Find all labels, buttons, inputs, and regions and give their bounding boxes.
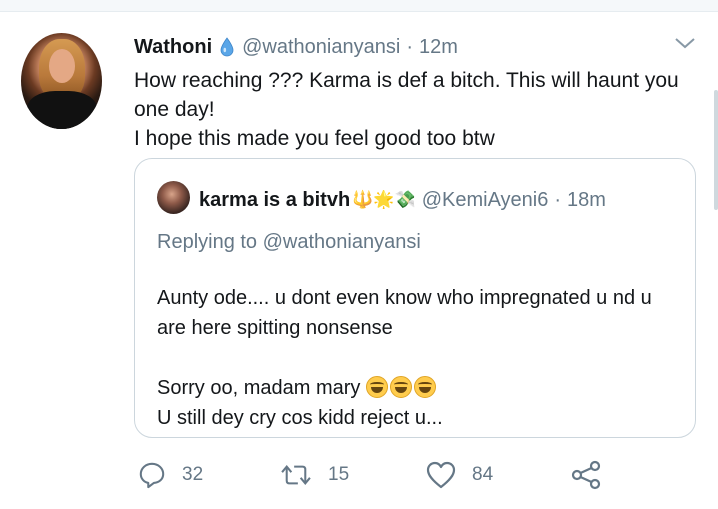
separator-dot: · (406, 35, 413, 58)
share-button[interactable] (570, 459, 618, 491)
author-handle[interactable]: @wathonianyansi (242, 36, 400, 59)
top-divider (0, 0, 718, 12)
tweet-text-line: How reaching ??? Karma is def a bitch. T… (134, 69, 679, 121)
like-count: 84 (472, 464, 494, 485)
author-name[interactable]: Wathoni (134, 36, 212, 59)
quoted-body-line: Sorry oo, madam mary (157, 373, 677, 403)
laughing-emoji-icon (413, 376, 436, 398)
retweet-count: 15 (328, 464, 350, 485)
author-avatar[interactable] (21, 33, 102, 129)
quoted-tweet-timestamp: 18m (567, 188, 606, 211)
reply-icon (139, 462, 165, 489)
chevron-down-icon[interactable] (672, 34, 698, 52)
tweet-header: Wathoni @wathonianyansi · 12m (134, 34, 458, 60)
separator-dot: · (554, 188, 562, 211)
quoted-body-line: U still dey cry cos kidd reject u... (157, 407, 443, 429)
droplet-icon (220, 37, 234, 57)
quoted-body-line: Aunty ode.... u dont even know who impre… (157, 287, 652, 339)
scrollbar[interactable] (714, 90, 718, 210)
quoted-author-handle: @KemiAyeni6 (421, 188, 549, 211)
tweet-text: How reaching ??? Karma is def a bitch. T… (134, 66, 704, 153)
replying-to: Replying to @wathonianyansi (157, 231, 421, 253)
tweet-timestamp[interactable]: 12m (419, 36, 458, 59)
quoted-tweet-card[interactable]: karma is a bitvh 🔱🌟💸 @KemiAyeni6 · 18m R… (134, 158, 696, 438)
reply-button[interactable]: 32 (138, 459, 203, 491)
quoted-author-avatar (157, 181, 190, 214)
like-button[interactable]: 84 (426, 459, 493, 491)
reply-count: 32 (182, 464, 204, 485)
retweet-icon (281, 465, 311, 485)
laughing-emoji-icon (389, 376, 412, 398)
tweet-actions: 32 15 84 (134, 459, 614, 491)
retweet-button[interactable]: 15 (280, 459, 349, 491)
quoted-tweet-body: Aunty ode.... u dont even know who impre… (157, 283, 677, 433)
name-emojis: 🔱🌟💸 (352, 190, 416, 210)
replying-to-mention[interactable]: @wathonianyansi (263, 231, 421, 253)
heart-icon (426, 461, 456, 489)
laughing-emoji-icon (365, 376, 388, 398)
quoted-tweet-header: karma is a bitvh 🔱🌟💸 @KemiAyeni6 · 18m (199, 187, 606, 213)
share-icon (571, 460, 601, 490)
tweet-text-line: I hope this made you feel good too btw (134, 127, 495, 150)
quoted-author-name: karma is a bitvh (199, 188, 351, 211)
